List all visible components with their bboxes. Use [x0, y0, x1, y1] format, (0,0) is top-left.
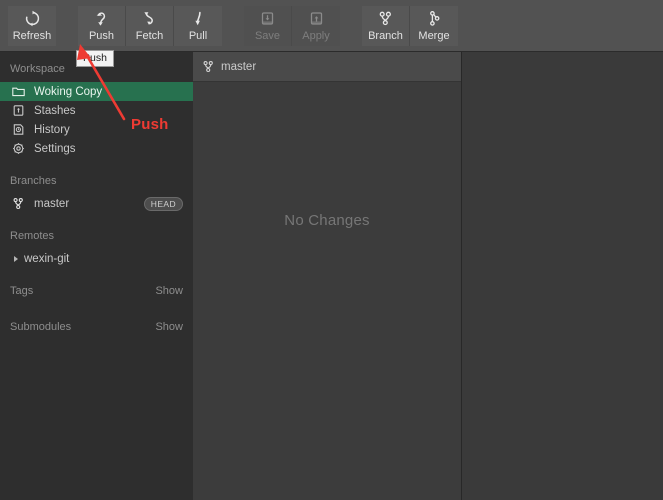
sourcetree-window: Refresh Push Fetch Pull Save Apply Branc…: [0, 0, 663, 500]
stash-icon: [12, 104, 28, 118]
disclosure-triangle-icon[interactable]: [14, 255, 18, 262]
sidebar-item-branch-master-label: master: [34, 197, 70, 210]
refresh-button-label: Refresh: [12, 30, 52, 42]
stash-apply-button-label: Apply: [302, 30, 330, 42]
fetch-icon: [141, 10, 158, 27]
sidebar-section-tags-title: Tags: [10, 285, 34, 297]
sidebar-section-tags: Tags Show: [0, 268, 193, 304]
sidebar-section-workspace-title: Workspace: [10, 63, 65, 75]
stash-save-icon: [259, 10, 276, 27]
tags-show-link[interactable]: Show: [155, 284, 183, 298]
status-badge-head: HEAD: [143, 196, 183, 211]
merge-icon: [426, 10, 443, 27]
stash-save-button[interactable]: Save: [244, 6, 292, 46]
current-branch-bar[interactable]: master: [193, 52, 461, 82]
branch-icon: [202, 60, 215, 73]
sidebar-item-settings[interactable]: Settings: [0, 139, 193, 158]
sidebar-item-stashes-label: Stashes: [34, 104, 76, 117]
main-panel: master No Changes: [193, 52, 462, 500]
toolbar-group-stash: Save Apply: [244, 6, 340, 46]
gear-icon: [12, 142, 28, 156]
sidebar-item-settings-label: Settings: [34, 142, 76, 155]
merge-button-label: Merge: [418, 30, 450, 42]
toolbar-group-sync: Refresh: [8, 6, 56, 46]
sidebar-item-working-copy[interactable]: Woking Copy: [0, 82, 193, 101]
current-branch-label: master: [221, 60, 257, 73]
refresh-button[interactable]: Refresh: [8, 6, 56, 46]
submodules-show-link[interactable]: Show: [155, 320, 183, 334]
push-button-label: Push: [88, 30, 115, 42]
sidebar-item-working-copy-label: Woking Copy: [34, 85, 103, 98]
refresh-icon: [24, 10, 41, 27]
folder-icon: [12, 85, 28, 99]
push-icon: [93, 10, 110, 27]
sidebar-section-remotes-title: Remotes: [10, 230, 55, 242]
toolbar-group-branch: Branch Merge: [362, 6, 458, 46]
detail-panel: [462, 52, 663, 500]
stash-apply-icon: [308, 10, 325, 27]
sidebar-section-submodules-title: Submodules: [10, 321, 72, 333]
fetch-button[interactable]: Fetch: [126, 6, 174, 46]
sidebar-item-branch-master[interactable]: master HEAD: [0, 194, 193, 213]
toolbar-group-remote: Push Fetch Pull: [78, 6, 222, 46]
sidebar-section-branches-title: Branches: [10, 175, 57, 187]
empty-state-message: No Changes: [284, 212, 370, 229]
stash-save-button-label: Save: [254, 30, 281, 42]
stash-apply-button[interactable]: Apply: [292, 6, 340, 46]
sidebar-item-remote-wexin-git-label: wexin-git: [24, 252, 70, 265]
branch-icon: [377, 10, 394, 27]
sidebar-section-submodules: Submodules Show: [0, 304, 193, 340]
sidebar-item-history-label: History: [34, 123, 70, 136]
push-button[interactable]: Push: [78, 6, 126, 46]
annotation-push-label: Push: [131, 116, 169, 133]
push-tooltip: Push: [76, 50, 114, 67]
sidebar-section-remotes: Remotes: [0, 213, 193, 249]
branch-button-label: Branch: [368, 30, 403, 42]
fetch-button-label: Fetch: [135, 30, 164, 42]
sidebar-section-branches: Branches: [0, 158, 193, 194]
merge-button[interactable]: Merge: [410, 6, 458, 46]
pull-button-label: Pull: [188, 30, 208, 42]
toolbar: Refresh Push Fetch Pull Save Apply Branc…: [0, 0, 663, 52]
history-icon: [12, 123, 28, 137]
pull-button[interactable]: Pull: [174, 6, 222, 46]
branch-button[interactable]: Branch: [362, 6, 410, 46]
sidebar-item-remote-wexin-git[interactable]: wexin-git: [0, 249, 193, 268]
branch-icon: [12, 197, 28, 211]
pull-icon: [190, 10, 207, 27]
